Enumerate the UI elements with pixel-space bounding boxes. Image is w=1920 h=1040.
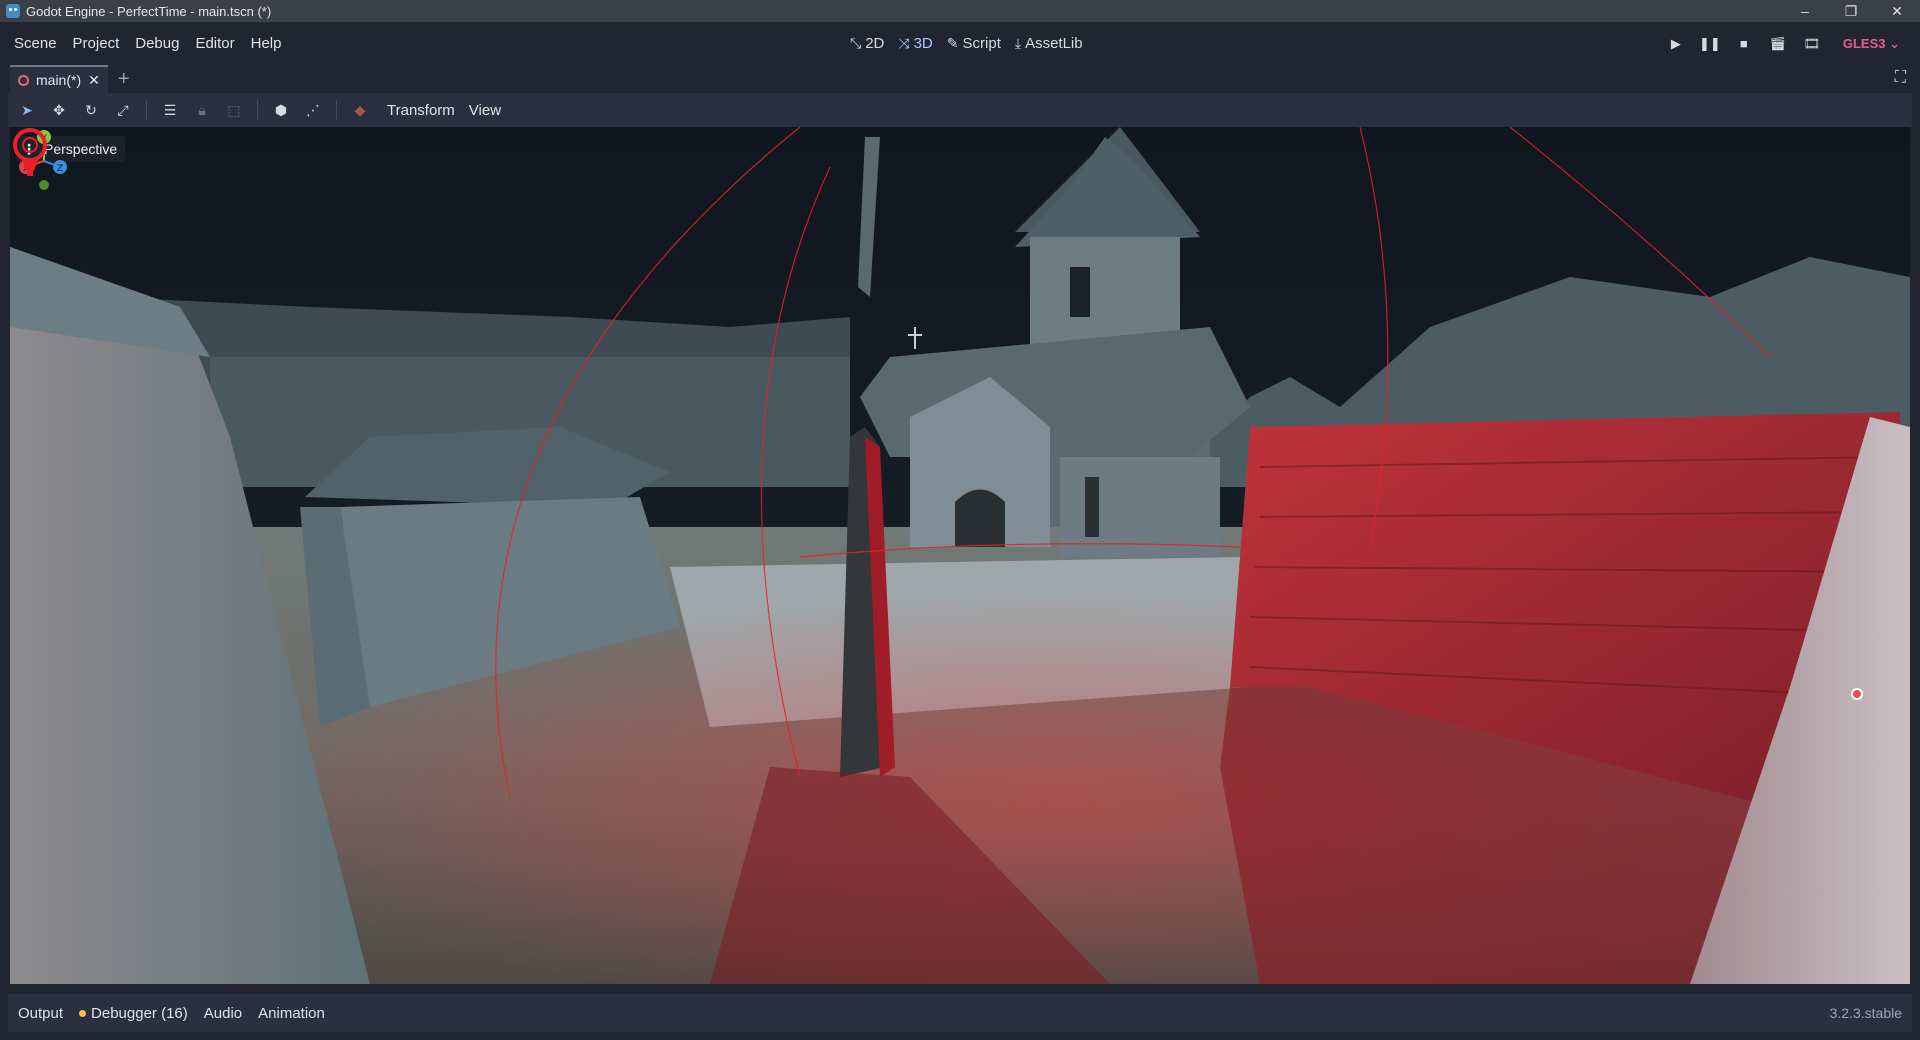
tab-output[interactable]: Output xyxy=(18,1005,63,1022)
workspace-script-label: Script xyxy=(962,35,1001,52)
snap-icon: ⋰ xyxy=(306,101,320,118)
view-menu[interactable]: View xyxy=(469,102,501,119)
camera-preview-button[interactable]: ◆ xyxy=(347,97,373,123)
workspace-3d-button[interactable]: ⤨ 3D xyxy=(898,35,932,52)
godot-logo-icon xyxy=(6,4,20,18)
scale-icon: ⤢ xyxy=(117,101,129,118)
node-handle-dot[interactable] xyxy=(1851,688,1863,700)
title-bar: Godot Engine - PerfectTime - main.tscn (… xyxy=(0,0,1920,22)
audio-label: Audio xyxy=(203,1004,243,1022)
window-controls: – ❐ ✕ xyxy=(1782,0,1920,22)
workspace-switcher: ⤡ 2D ⤨ 3D ✎ Script ⤓ AssetLib xyxy=(850,22,1083,65)
add-tab-button[interactable]: + xyxy=(118,69,130,89)
local-space-button[interactable]: ⬢ xyxy=(268,97,294,123)
scene-render xyxy=(10,127,1910,984)
2d-icon: ⤡ xyxy=(850,35,862,51)
chevron-down-icon: ⌄ xyxy=(1889,35,1900,51)
expand-icon: ⛶ xyxy=(1894,69,1906,86)
snap-button[interactable]: ⋰ xyxy=(300,97,326,123)
menu-bar: Scene Project Debug Editor Help ⤡ 2D ⤨ 3… xyxy=(0,22,1920,65)
workspace-2d-button[interactable]: ⤡ 2D xyxy=(850,35,884,52)
tab-main-label: main(*) xyxy=(36,72,82,88)
menu-project[interactable]: Project xyxy=(65,22,128,65)
cube-icon: ⬢ xyxy=(274,101,288,118)
move-mode-button[interactable]: ✥ xyxy=(46,97,72,123)
workspace-2d-label: 2D xyxy=(865,35,885,52)
output-label: Output xyxy=(18,1004,64,1022)
menu-editor[interactable]: Editor xyxy=(187,22,242,65)
tab-debugger[interactable]: Debugger (16) xyxy=(79,1005,188,1022)
rotate-mode-button[interactable]: ↻ xyxy=(78,97,104,123)
toolbar-divider xyxy=(336,100,337,120)
gizmo-neg-y-axis[interactable] xyxy=(39,180,49,190)
move-icon: ✥ xyxy=(53,101,65,118)
animation-label: Animation xyxy=(258,1004,325,1022)
window-title: Godot Engine - PerfectTime - main.tscn (… xyxy=(26,3,272,19)
script-icon: ✎ xyxy=(946,35,959,51)
menu-scene[interactable]: Scene xyxy=(6,22,65,65)
workspace-assetlib-button[interactable]: ⤓ AssetLib xyxy=(1015,35,1083,52)
scale-mode-button[interactable]: ⤢ xyxy=(110,97,136,123)
transform-menu[interactable]: Transform xyxy=(387,102,455,119)
clapperboard-icon: 🎬︎ xyxy=(1769,35,1787,51)
stop-icon: ■ xyxy=(1739,36,1748,51)
play-button[interactable]: ▶ xyxy=(1667,35,1685,53)
list-icon: ☰ xyxy=(163,101,177,118)
scene-root-icon xyxy=(18,74,29,86)
tab-close-icon[interactable]: ✕ xyxy=(88,72,100,89)
maximize-button[interactable]: ❐ xyxy=(1828,0,1874,22)
pause-icon: ❚❚ xyxy=(1698,35,1721,51)
lock-button[interactable]: 🔒︎ xyxy=(189,97,215,123)
play-scene-button[interactable]: 🎬︎ xyxy=(1769,35,1787,53)
renderer-select[interactable]: GLES3 ⌄ xyxy=(1843,36,1900,52)
gizmo-z-label: Z xyxy=(57,164,63,174)
3d-icon: ⤨ xyxy=(898,35,910,51)
minimize-button[interactable]: – xyxy=(1782,0,1828,22)
workspace-3d-label: 3D xyxy=(913,35,933,52)
tab-animation[interactable]: Animation xyxy=(258,1005,325,1022)
toolbar-divider xyxy=(146,100,147,120)
workspace-assetlib-label: AssetLib xyxy=(1025,35,1083,52)
workspace-script-button[interactable]: ✎ Script xyxy=(947,35,1001,52)
select-mode-button[interactable]: ➤ xyxy=(14,97,40,123)
scene-tabs: main(*) ✕ + ⛶ xyxy=(0,65,1920,93)
play-icon: ▶ xyxy=(1670,35,1681,51)
play-custom-scene-button[interactable]: 🎞︎ xyxy=(1803,35,1821,53)
tab-main[interactable]: main(*) ✕ xyxy=(10,65,108,93)
camera-icon: ◆ xyxy=(354,101,366,118)
cursor-icon: ➤ xyxy=(21,101,33,118)
close-button[interactable]: ✕ xyxy=(1874,0,1920,22)
distraction-free-button[interactable]: ⛶ xyxy=(1895,69,1906,87)
warning-dot-icon xyxy=(79,1009,87,1017)
renderer-label: GLES3 xyxy=(1842,35,1886,51)
main-menu: Scene Project Debug Editor Help xyxy=(6,22,289,65)
menu-help[interactable]: Help xyxy=(243,22,290,65)
bottom-panel-tabs: Output Debugger (16) Audio Animation 3.2… xyxy=(8,994,1912,1032)
assetlib-icon: ⤓ xyxy=(1014,35,1022,51)
omni-light-icon[interactable] xyxy=(10,127,50,179)
play-controls: ▶ ❚❚ ■ 🎬︎ 🎞︎ GLES3 ⌄ xyxy=(1667,22,1900,65)
toolbar-divider xyxy=(257,100,258,120)
viewport-toolbar: ➤ ✥ ↻ ⤢ ☰ 🔒︎ ⬚ ⬢ ⋰ ◆ Transform View xyxy=(8,93,1912,127)
3d-viewport[interactable]: ⋮ Perspective Y X Z xyxy=(10,127,1910,984)
list-select-button[interactable]: ☰ xyxy=(157,97,183,123)
group-icon: ⬚ xyxy=(227,101,241,118)
tab-audio[interactable]: Audio xyxy=(204,1005,242,1022)
clapperboard-custom-icon: 🎞︎ xyxy=(1803,35,1821,51)
pause-button[interactable]: ❚❚ xyxy=(1698,35,1721,53)
version-label: 3.2.3.stable xyxy=(1829,1005,1902,1021)
lock-icon: 🔒︎ xyxy=(198,101,206,118)
debugger-label: Debugger (16) xyxy=(91,1004,188,1022)
menu-debug[interactable]: Debug xyxy=(127,22,187,65)
stop-button[interactable]: ■ xyxy=(1735,35,1753,53)
rotate-icon: ↻ xyxy=(85,101,97,118)
group-button[interactable]: ⬚ xyxy=(221,97,247,123)
